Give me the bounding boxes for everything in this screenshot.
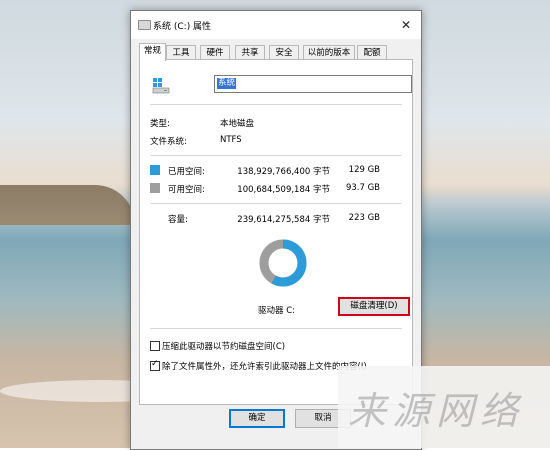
capacity-bytes: 239,614,275,584 字节: [237, 215, 330, 225]
separator: [150, 155, 402, 156]
compress-checkbox[interactable]: [150, 341, 160, 351]
close-icon[interactable]: ✕: [391, 11, 421, 39]
free-space-swatch: [150, 183, 160, 193]
used-space-swatch: [150, 165, 160, 175]
free-space-label: 可用空间:: [168, 185, 205, 195]
tab-tools[interactable]: 工具: [166, 45, 196, 60]
compress-checkbox-label: 压缩此驱动器以节约磁盘空间(C): [162, 342, 286, 352]
used-space-size: 129 GB: [348, 165, 380, 175]
window-title: 系统 (C:) 属性: [153, 22, 212, 32]
drive-name-input[interactable]: 系统: [214, 75, 412, 93]
checkmark-icon: ✓: [151, 359, 159, 369]
index-checkbox[interactable]: ✓: [150, 359, 160, 371]
capacity-label: 容量:: [168, 215, 188, 225]
index-checkbox-label: 除了文件属性外，还允许索引此驱动器上文件的内容(I): [162, 362, 367, 372]
drive-name-value: 系统: [217, 78, 237, 89]
tab-security[interactable]: 安全: [269, 45, 299, 60]
disk-usage-donut: [259, 239, 307, 287]
tab-sharing[interactable]: 共享: [235, 45, 265, 60]
tab-general[interactable]: 常规: [139, 43, 166, 61]
separator: [150, 203, 402, 204]
title-bar[interactable]: 系统 (C:) 属性 ✕: [131, 11, 421, 39]
drive-icon: [138, 20, 151, 30]
ok-button[interactable]: 确定: [229, 409, 285, 428]
free-space-bytes: 100,684,509,184 字节: [237, 185, 330, 195]
separator: [150, 104, 402, 105]
drive-letter-label: 驱动器 C:: [258, 306, 296, 316]
watermark-text: 来源网络: [348, 389, 525, 433]
windows-drive-icon: [152, 78, 170, 94]
disk-cleanup-button[interactable]: 磁盘清理(D): [338, 297, 410, 316]
type-label: 类型:: [150, 119, 170, 129]
type-value: 本地磁盘: [220, 119, 255, 129]
tab-hardware[interactable]: 硬件: [200, 45, 230, 60]
used-space-bytes: 138,929,766,400 字节: [237, 167, 330, 177]
capacity-size: 223 GB: [348, 213, 380, 223]
filesystem-label: 文件系统:: [150, 137, 187, 147]
background-island: [0, 185, 135, 225]
tab-previous-versions[interactable]: 以前的版本: [303, 45, 355, 60]
free-space-size: 93.7 GB: [345, 183, 380, 193]
general-panel: 系统 类型: 本地磁盘 文件系统: NTFS 已用空间: 138,929,766…: [139, 59, 413, 405]
filesystem-value: NTFS: [220, 135, 242, 145]
tab-quota[interactable]: 配额: [357, 45, 387, 60]
separator: [150, 328, 402, 329]
used-space-label: 已用空间:: [168, 167, 205, 177]
watermark: 来源网络: [338, 366, 550, 448]
